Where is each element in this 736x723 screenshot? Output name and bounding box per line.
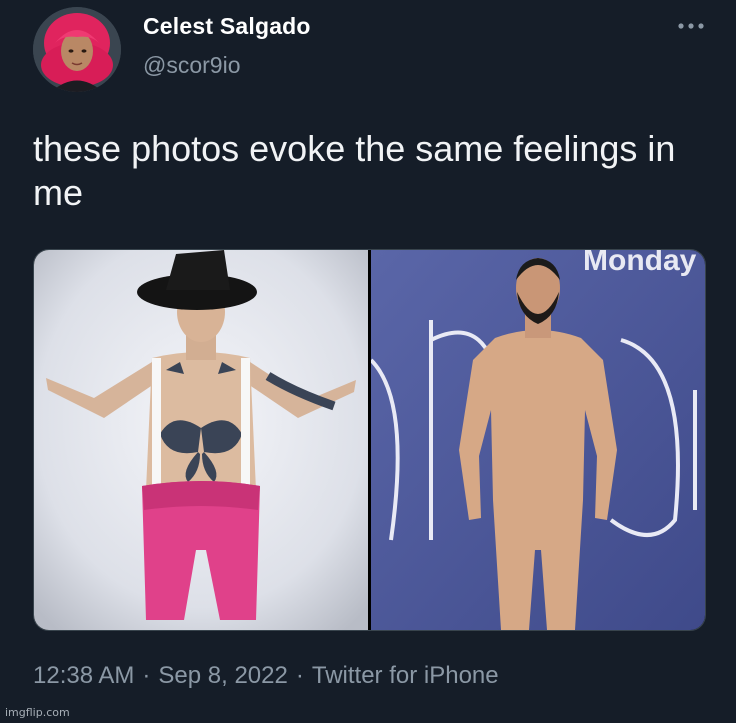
photo-witch-hat-man [34, 250, 368, 630]
backdrop-text: Monday [583, 250, 697, 277]
photo-right[interactable]: Monday [371, 250, 705, 630]
watermark: imgflip.com [5, 706, 70, 719]
media-grid: Monday [33, 249, 706, 631]
meta-separator: · [142, 662, 151, 689]
photo-nude-suit-man: Monday [371, 250, 705, 630]
tweet-text: these photos evoke the same feelings in … [33, 128, 676, 213]
tweet-time[interactable]: 12:38 AM [33, 662, 134, 689]
more-horizontal-icon[interactable] [675, 14, 707, 38]
tweet-card: Celest Salgado @scor9io these photos evo… [0, 0, 736, 723]
tweet-meta: 12:38 AM · Sep 8, 2022 · Twitter for iPhone [33, 662, 499, 690]
photo-left[interactable] [34, 250, 368, 630]
avatar-image [33, 7, 121, 92]
display-name[interactable]: Celest Salgado [143, 13, 311, 40]
avatar[interactable] [33, 7, 121, 92]
user-handle[interactable]: @scor9io [143, 52, 241, 79]
tweet-date[interactable]: Sep 8, 2022 [158, 662, 287, 689]
meta-separator: · [295, 662, 304, 689]
tweet-source-link[interactable]: Twitter for iPhone [312, 662, 499, 689]
